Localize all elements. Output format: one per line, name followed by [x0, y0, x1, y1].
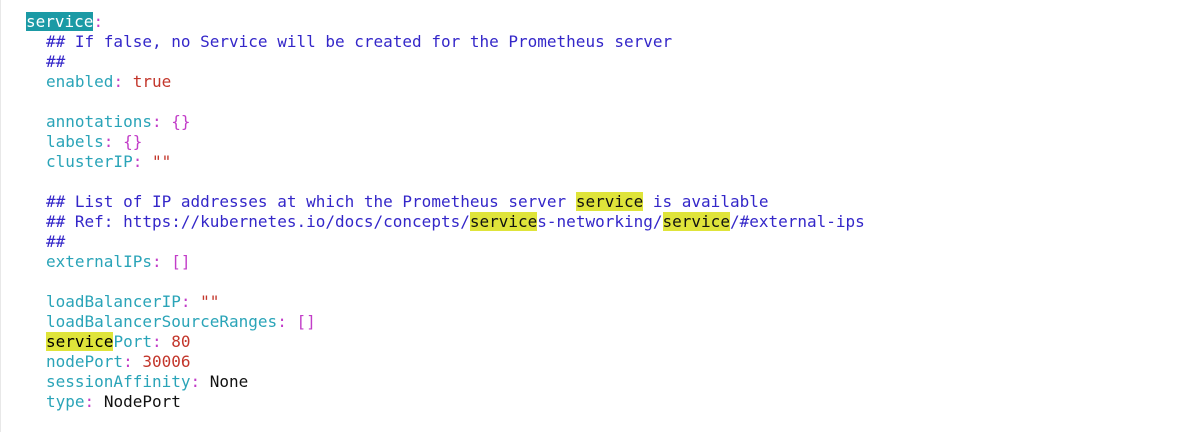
code-line: loadBalancerIP: "": [46, 292, 220, 311]
code-line: labels: {}: [46, 132, 143, 151]
yaml-key: clusterIP: [46, 152, 133, 171]
search-match: service: [46, 332, 114, 351]
comment: ## Ref: https://kubernetes.io/docs/conce…: [46, 212, 470, 231]
code-line: nodePort: 30006: [46, 352, 191, 371]
code-line: ## If false, no Service will be created …: [26, 32, 1176, 52]
code-line: externalIPs: []: [46, 252, 191, 271]
yaml-key: externalIPs: [46, 252, 152, 271]
yaml-key: loadBalancerSourceRanges: [46, 312, 278, 331]
current-search-match: service: [26, 12, 94, 31]
yaml-value: {}: [171, 112, 191, 131]
code-line: loadBalancerSourceRanges: []: [46, 312, 316, 331]
code-line: annotations: {}: [46, 112, 191, 131]
yaml-value: 80: [171, 332, 191, 351]
search-match: service: [662, 212, 730, 231]
search-match: service: [469, 212, 538, 231]
search-match: service: [575, 192, 644, 211]
code-line: ## List of IP addresses at which the Pro…: [46, 192, 769, 211]
yaml-value: true: [132, 72, 172, 91]
code-line: ## Ref: https://kubernetes.io/docs/conce…: [46, 212, 865, 231]
yaml-key: type: [46, 392, 85, 411]
yaml-key: annotations: [46, 112, 152, 131]
yaml-value: []: [296, 312, 316, 331]
editor-left-border: [0, 0, 1, 432]
yaml-value: "": [200, 292, 220, 311]
yaml-key: nodePort: [46, 352, 124, 371]
yaml-key: sessionAffinity: [46, 372, 191, 391]
comment: ##: [46, 52, 66, 71]
yaml-value: NodePort: [103, 392, 181, 411]
yaml-key: Port: [113, 332, 152, 351]
yaml-key: enabled: [46, 72, 114, 91]
yaml-value: "": [151, 152, 172, 171]
comment: ##: [46, 232, 66, 251]
code-line: ##: [26, 52, 1176, 72]
yaml-key: labels: [46, 132, 104, 151]
code-line: enabled: true: [46, 72, 172, 91]
yaml-value: {}: [123, 132, 143, 151]
code-area[interactable]: service: ## If false, no Service will be…: [26, 12, 1176, 412]
yaml-value: None: [209, 372, 249, 391]
code-line: ##: [26, 232, 1176, 252]
code-line: clusterIP: "": [46, 152, 172, 171]
code-editor[interactable]: service: ## If false, no Service will be…: [0, 0, 1188, 432]
comment: ## List of IP addresses at which the Pro…: [46, 192, 576, 211]
code-line: type: NodePort: [46, 392, 181, 411]
yaml-key: loadBalancerIP: [46, 292, 181, 311]
code-line: sessionAffinity: None: [46, 372, 249, 391]
comment: ## If false, no Service will be created …: [46, 32, 673, 51]
yaml-value: 30006: [142, 352, 191, 371]
yaml-value: []: [171, 252, 191, 271]
code-line: servicePort: 80: [46, 332, 191, 351]
code-line: service:: [26, 12, 104, 31]
